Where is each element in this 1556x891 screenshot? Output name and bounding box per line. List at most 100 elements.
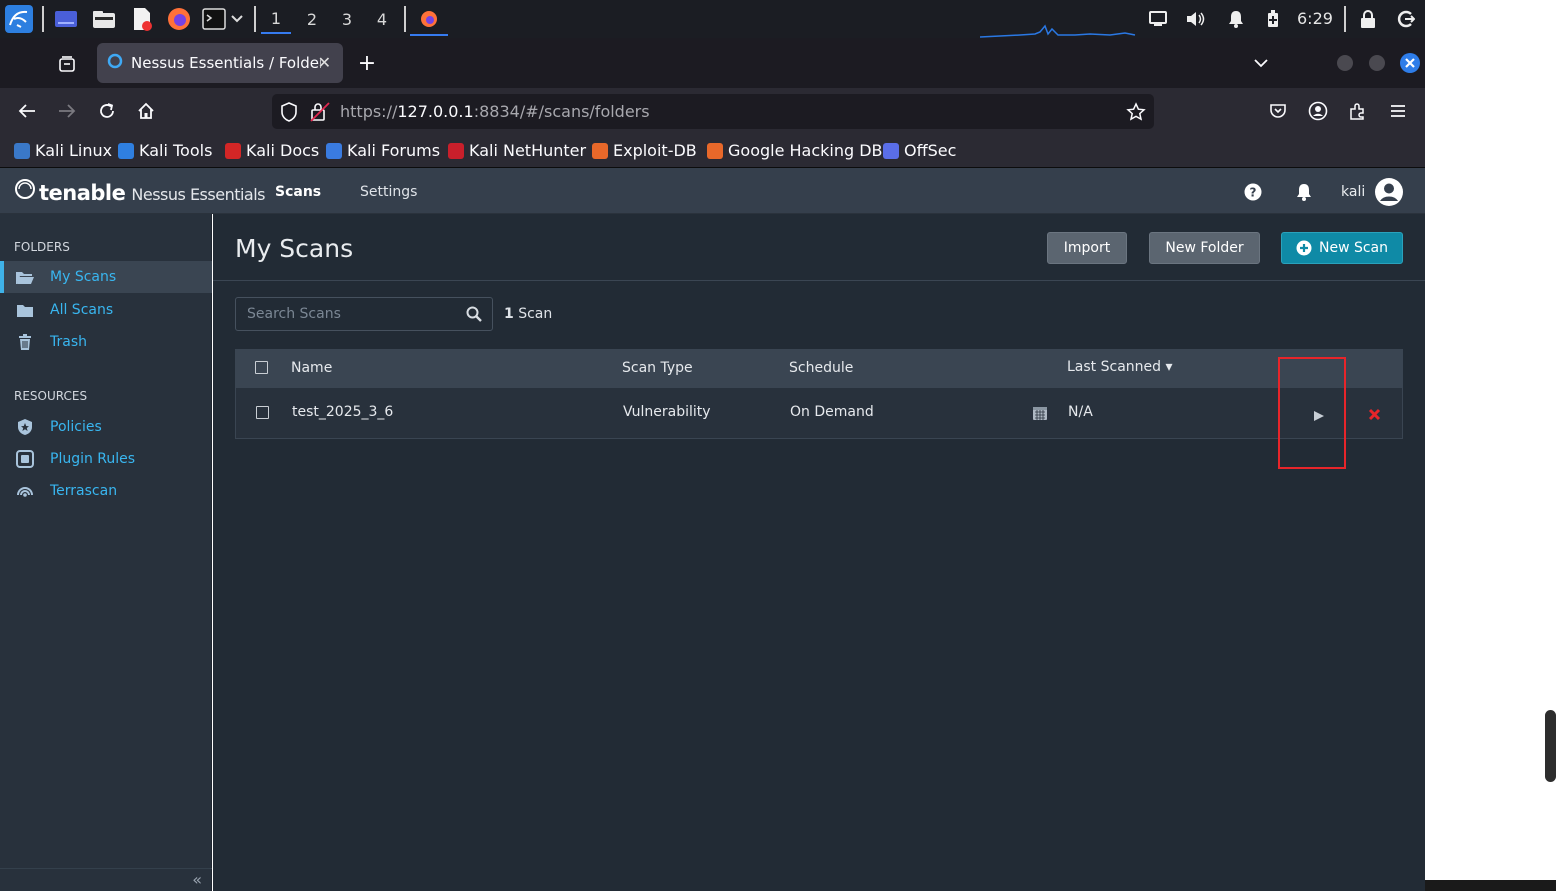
- resources-heading: RESOURCES: [14, 389, 88, 403]
- firefox-window-button[interactable]: [410, 4, 448, 36]
- logout-icon[interactable]: [1394, 4, 1418, 34]
- firefox-launcher-icon[interactable]: [165, 4, 193, 34]
- url-text[interactable]: https://127.0.0.1:8834/#/scans/folders: [340, 102, 650, 121]
- reload-icon[interactable]: [94, 98, 120, 124]
- tenable-ring-icon: [15, 179, 35, 199]
- sidebar-item-label: Plugin Rules: [50, 451, 136, 467]
- bookmark-offsec[interactable]: OffSec: [883, 141, 956, 160]
- volume-icon[interactable]: [1184, 4, 1208, 34]
- account-icon[interactable]: [1305, 98, 1331, 124]
- bookmark-star-icon[interactable]: [1126, 102, 1146, 126]
- new-tab-button[interactable]: +: [354, 50, 380, 76]
- bookmarks-toolbar: Kali Linux Kali Tools Kali Docs Kali For…: [0, 134, 1425, 168]
- search-scans-box[interactable]: [235, 297, 493, 331]
- user-avatar-icon[interactable]: [1374, 177, 1404, 211]
- kali-menu-icon[interactable]: [4, 4, 34, 34]
- lock-screen-icon[interactable]: [1356, 4, 1380, 34]
- scan-name[interactable]: test_2025_3_6: [292, 404, 393, 420]
- file-manager-icon[interactable]: [90, 4, 118, 34]
- workspace-4[interactable]: 4: [367, 4, 397, 34]
- tracking-protection-icon[interactable]: [280, 102, 298, 126]
- help-icon[interactable]: ?: [1244, 183, 1262, 205]
- sidebar: FOLDERS My Scans All Scans Trash RESOURC…: [0, 214, 212, 891]
- clock[interactable]: 6:29: [1297, 9, 1333, 28]
- import-button[interactable]: Import: [1047, 232, 1127, 264]
- collapse-sidebar-button[interactable]: «: [0, 868, 212, 891]
- workspace-3[interactable]: 3: [332, 4, 362, 34]
- back-icon[interactable]: [14, 98, 40, 124]
- select-all-checkbox[interactable]: [255, 361, 268, 374]
- column-header-last-scanned[interactable]: Last Scanned ▾: [1067, 359, 1173, 375]
- bookmark-kali-nethunter[interactable]: Kali NetHunter: [448, 141, 586, 160]
- minimize-window-icon[interactable]: [1332, 50, 1358, 76]
- column-header-scan-type[interactable]: Scan Type: [622, 360, 693, 376]
- browser-tab-nessus[interactable]: Nessus Essentials / Folders ✕: [97, 43, 343, 83]
- scans-table: Name Scan Type Schedule Last Scanned ▾ t…: [235, 349, 1403, 439]
- app-menu-icon[interactable]: [1385, 98, 1411, 124]
- sidebar-item-trash[interactable]: Trash: [0, 326, 212, 358]
- plugin-icon: [14, 450, 36, 468]
- search-input[interactable]: [236, 298, 456, 330]
- nethunter-icon: [448, 142, 464, 159]
- title-divider: [213, 280, 1425, 281]
- maximize-window-icon[interactable]: [1364, 50, 1390, 76]
- sidebar-item-my-scans[interactable]: My Scans: [0, 261, 212, 293]
- close-window-icon[interactable]: [1397, 50, 1423, 76]
- bookmark-kali-tools[interactable]: Kali Tools: [118, 141, 212, 160]
- nav-scans[interactable]: Scans: [275, 184, 321, 200]
- search-icon[interactable]: [466, 306, 482, 326]
- tab-title: Nessus Essentials / Folders: [131, 54, 321, 72]
- username[interactable]: kali: [1341, 184, 1365, 200]
- delete-scan-icon[interactable]: [1368, 406, 1381, 425]
- tenable-logo[interactable]: tenable Nessus Essentials: [14, 178, 266, 205]
- column-header-name[interactable]: Name: [291, 360, 332, 376]
- terminal-launcher-icon[interactable]: [200, 4, 246, 34]
- bookmark-kali-forums[interactable]: Kali Forums: [326, 141, 440, 160]
- insecure-lock-icon[interactable]: [310, 102, 330, 126]
- tab-overview-icon[interactable]: [54, 51, 80, 77]
- scan-count: 1 Scan: [504, 306, 552, 322]
- column-header-schedule[interactable]: Schedule: [789, 360, 853, 376]
- table-row[interactable]: test_2025_3_6 Vulnerability On Demand N/…: [235, 388, 1403, 439]
- new-scan-button[interactable]: New Scan: [1281, 232, 1403, 264]
- sidebar-item-terrascan[interactable]: Terrascan: [0, 475, 212, 507]
- url-bar[interactable]: https://127.0.0.1:8834/#/scans/folders: [272, 94, 1154, 129]
- kali-dragon-icon: [14, 142, 30, 159]
- sidebar-item-all-scans[interactable]: All Scans: [0, 294, 212, 326]
- panel-separator: [1344, 6, 1346, 32]
- bookmark-kali-docs[interactable]: Kali Docs: [225, 141, 319, 160]
- nessus-header: tenable Nessus Essentials Scans Settings…: [0, 168, 1425, 214]
- bookmark-google-hacking-db[interactable]: Google Hacking DB: [707, 141, 883, 160]
- exploit-db-icon: [592, 142, 608, 159]
- network-monitor-graph: [980, 24, 1136, 38]
- text-editor-icon[interactable]: [128, 4, 156, 34]
- bell-icon[interactable]: [1296, 183, 1312, 205]
- trash-icon: [14, 333, 36, 351]
- screen-icon[interactable]: [1146, 4, 1170, 34]
- ghdb-icon: [707, 142, 723, 159]
- scan-type: Vulnerability: [623, 404, 711, 420]
- notifications-icon[interactable]: [1224, 4, 1248, 34]
- shield-icon: [14, 418, 36, 436]
- home-icon[interactable]: [133, 98, 159, 124]
- forward-icon[interactable]: [54, 98, 80, 124]
- bookmark-kali-linux[interactable]: Kali Linux: [14, 141, 112, 160]
- calendar-icon: [1032, 405, 1048, 425]
- extensions-icon[interactable]: [1345, 98, 1371, 124]
- list-all-tabs-icon[interactable]: [1248, 50, 1274, 76]
- row-checkbox[interactable]: [256, 406, 269, 419]
- desktop-corner: [1425, 880, 1556, 891]
- double-chevron-left-icon: «: [192, 870, 202, 889]
- sidebar-item-policies[interactable]: Policies: [0, 411, 212, 443]
- show-desktop-icon[interactable]: [52, 4, 80, 34]
- kali-docs-icon: [225, 142, 241, 159]
- workspace-1[interactable]: 1: [261, 4, 291, 34]
- pocket-icon[interactable]: [1265, 98, 1291, 124]
- nav-settings[interactable]: Settings: [360, 184, 417, 200]
- workspace-2[interactable]: 2: [297, 4, 327, 34]
- sidebar-item-plugin-rules[interactable]: Plugin Rules: [0, 443, 212, 475]
- new-folder-button[interactable]: New Folder: [1149, 232, 1260, 264]
- bookmark-exploit-db[interactable]: Exploit-DB: [592, 141, 697, 160]
- launch-highlight-box: [1278, 357, 1346, 469]
- close-tab-icon[interactable]: ✕: [318, 53, 331, 72]
